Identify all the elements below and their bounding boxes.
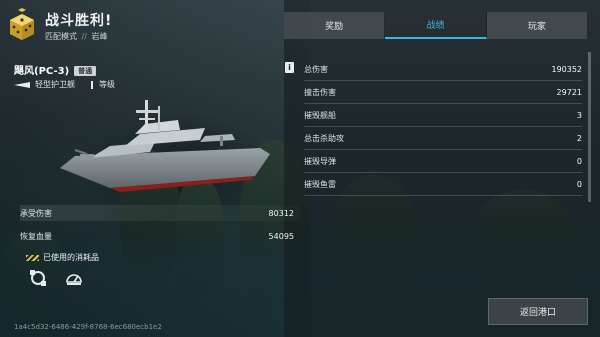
stat-label: 承受伤害 — [20, 208, 52, 218]
match-mode: 匹配模式 — [45, 32, 77, 41]
return-to-port-button[interactable]: 返回港口 — [488, 298, 588, 325]
level-label: 等级 — [99, 80, 115, 89]
stat-label: 恢复血量 — [20, 231, 52, 241]
stat-value: 80312 — [268, 208, 294, 218]
stat-row: 总伤害 190352 — [304, 58, 582, 81]
battle-stats: 总伤害 190352 撞击伤害 29721 摧毁舰船 3 总击杀助攻 2 摧毁导… — [304, 58, 582, 196]
stat-row: 摧毁舰船 3 — [304, 104, 582, 127]
ship-name-row: 飓风(PC-3) 普通 — [14, 62, 97, 77]
stat-value: 54095 — [268, 231, 294, 241]
stat-value: 3 — [576, 110, 582, 120]
stat-label: 摧毁舰船 — [304, 110, 336, 120]
stat-label: 总伤害 — [304, 64, 328, 74]
tab-rewards[interactable]: 奖励 — [284, 12, 386, 39]
stat-value: 0 — [576, 179, 582, 189]
frigate-class-icon — [14, 81, 30, 88]
repair-icon — [30, 270, 46, 286]
ship-meta: 轻型护卫舰 等级 — [14, 79, 115, 90]
result-title: 战斗胜利! — [45, 13, 113, 29]
match-info: 匹配模式 // 岩峰 — [45, 31, 107, 42]
tab-bar: 奖励 战绩 玩家 — [284, 12, 588, 39]
stat-value: 0 — [576, 156, 582, 166]
match-id: 1a4c5d32-6486-429f-8768-6ec680ecb1e2 — [14, 323, 162, 331]
scrollbar[interactable] — [588, 52, 591, 202]
stat-value: 29721 — [556, 87, 582, 97]
divider — [91, 80, 93, 89]
stat-row: 恢复血量 54095 — [20, 228, 300, 244]
consumables-title: 已使用的消耗品 — [43, 253, 99, 262]
info-icon[interactable]: i — [285, 62, 294, 73]
consumables-header: 已使用的消耗品 — [26, 252, 99, 263]
stat-value: 2 — [576, 133, 582, 143]
stat-row: 承受伤害 80312 — [20, 205, 300, 221]
stat-row: 摧毁导弹 0 — [304, 150, 582, 173]
dice-icon — [10, 8, 34, 40]
ship-model — [60, 100, 270, 192]
stat-value: 190352 — [551, 64, 582, 74]
stat-label: 摧毁导弹 — [304, 156, 336, 166]
stripe-icon — [26, 254, 39, 261]
stat-label: 摧毁鱼雷 — [304, 179, 336, 189]
tab-players[interactable]: 玩家 — [486, 12, 588, 39]
ship-type: 轻型护卫舰 — [35, 80, 75, 89]
stat-row: 撞击伤害 29721 — [304, 81, 582, 104]
rarity-badge: 普通 — [74, 66, 97, 76]
map-name: 岩峰 — [91, 32, 108, 41]
stat-label: 总击杀助攻 — [304, 133, 344, 143]
radar-icon — [66, 274, 82, 285]
stat-label: 撞击伤害 — [304, 87, 336, 97]
ship-name: 飓风(PC-3) — [14, 66, 70, 77]
stat-row: 总击杀助攻 2 — [304, 127, 582, 150]
tab-record[interactable]: 战绩 — [385, 12, 487, 39]
separator: // — [81, 32, 87, 41]
stat-row: 摧毁鱼雷 0 — [304, 173, 582, 196]
